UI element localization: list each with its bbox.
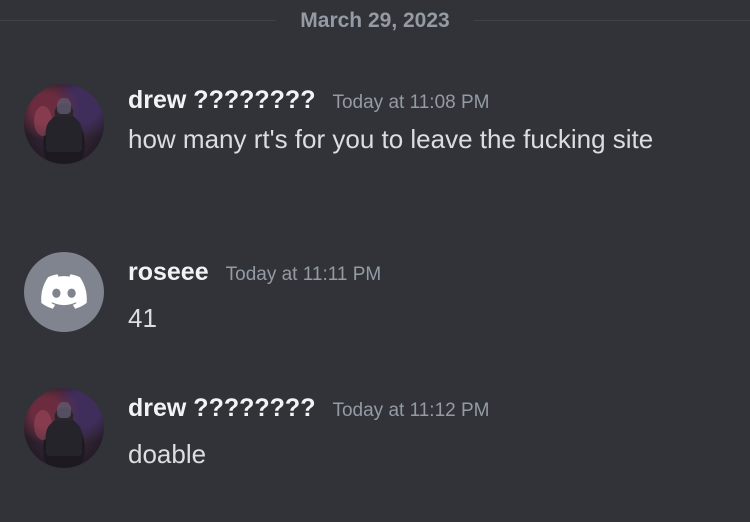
message-text: doable	[128, 439, 207, 469]
avatar-detail	[46, 420, 82, 456]
avatar-detail	[57, 98, 71, 114]
username[interactable]: roseee	[128, 255, 209, 289]
divider-line-left	[0, 20, 276, 21]
avatar-detail	[57, 402, 71, 418]
chat-window: March 29, 2023 drew ???????? Today at 11…	[0, 0, 750, 522]
username[interactable]: drew ????????	[128, 391, 315, 425]
discord-logo-icon	[41, 274, 87, 309]
message-text: how many rt's for you to leave the fucki…	[128, 124, 654, 154]
username[interactable]: drew ????????	[128, 83, 315, 117]
message-header: roseee Today at 11:11 PM	[128, 255, 381, 289]
message-header: drew ???????? Today at 11:08 PM	[128, 83, 490, 117]
date-divider: March 29, 2023	[0, 0, 750, 44]
timestamp[interactable]: Today at 11:12 PM	[332, 394, 489, 428]
timestamp[interactable]: Today at 11:11 PM	[226, 258, 382, 292]
avatar[interactable]	[24, 252, 104, 332]
divider-line-right	[474, 20, 750, 21]
avatar[interactable]	[24, 84, 104, 164]
date-divider-text: March 29, 2023	[300, 9, 450, 32]
message-text: 41	[128, 303, 157, 333]
avatar-detail	[46, 116, 82, 152]
message-header: drew ???????? Today at 11:12 PM	[128, 391, 490, 425]
avatar[interactable]	[24, 388, 104, 468]
timestamp[interactable]: Today at 11:08 PM	[332, 86, 489, 120]
